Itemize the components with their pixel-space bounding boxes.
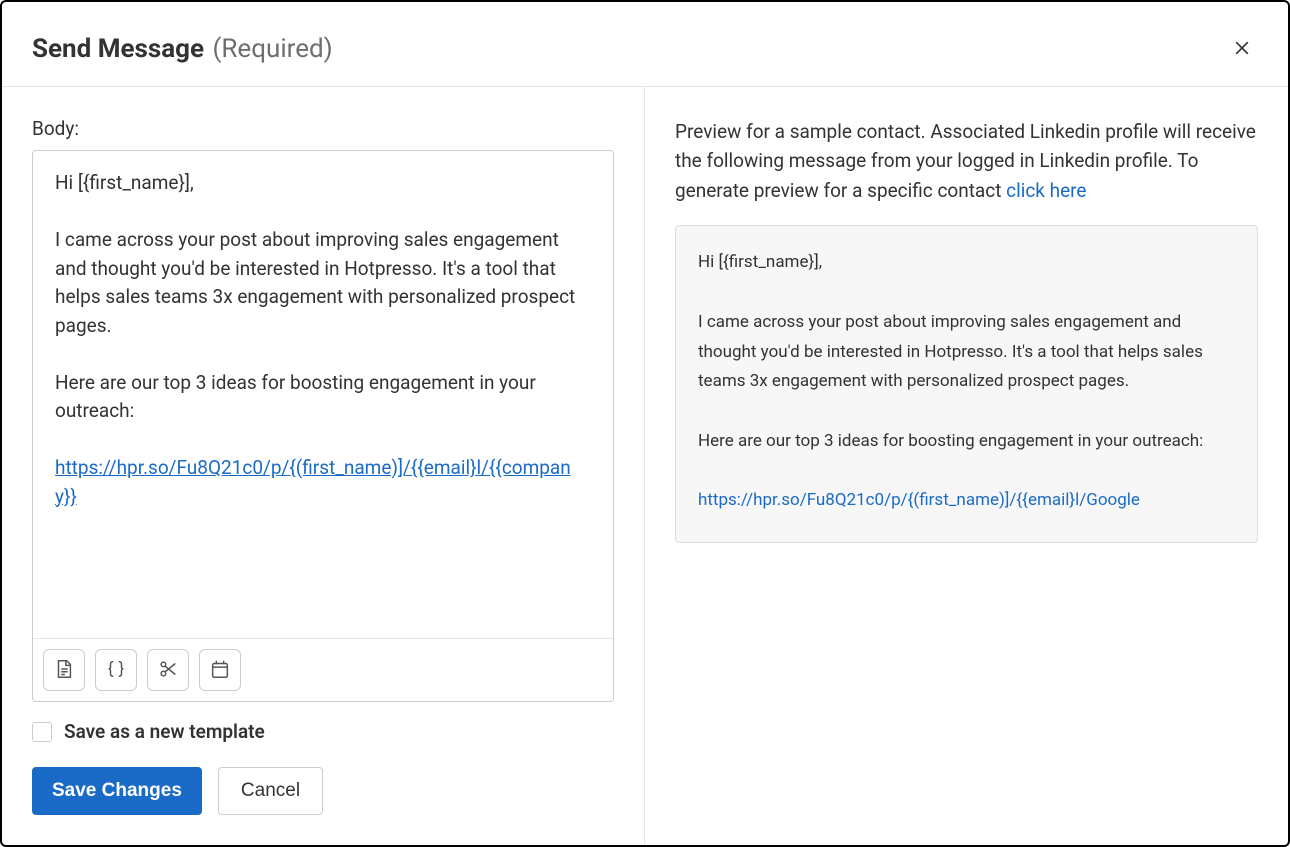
preview-para2: Here are our top 3 ideas for boosting en…	[698, 431, 1203, 451]
modal-required-suffix: (Required)	[213, 34, 333, 64]
close-icon	[1232, 34, 1252, 64]
preview-intro-text: Preview for a sample contact. Associated…	[675, 120, 1256, 202]
insert-calendar-button[interactable]	[199, 649, 241, 691]
editor-para1: I came across your post about improving …	[55, 228, 580, 337]
modal-header: Send Message (Required)	[2, 2, 1288, 87]
editor-wrapper: Hi [{first_name}], I came across your po…	[32, 150, 614, 702]
document-icon	[53, 658, 75, 683]
insert-variable-button[interactable]	[95, 649, 137, 691]
left-panel: Body: Hi [{first_name}], I came across y…	[2, 87, 645, 845]
modal-body: Body: Hi [{first_name}], I came across y…	[2, 87, 1288, 845]
generate-preview-link[interactable]: click here	[1006, 179, 1086, 202]
editor-tracking-link[interactable]: https://hpr.so/Fu8Q21c0/p/{(first_name)]…	[55, 456, 571, 508]
message-body-editor[interactable]: Hi [{first_name}], I came across your po…	[33, 151, 613, 638]
editor-toolbar	[33, 638, 613, 701]
right-panel: Preview for a sample contact. Associated…	[645, 87, 1288, 845]
save-changes-button[interactable]: Save Changes	[32, 767, 202, 815]
scissors-icon	[157, 658, 179, 683]
preview-box: Hi [{first_name}], I came across your po…	[675, 225, 1258, 543]
insert-document-button[interactable]	[43, 649, 85, 691]
braces-icon	[105, 658, 127, 683]
action-buttons: Save Changes Cancel	[32, 767, 614, 815]
body-label: Body:	[32, 117, 614, 140]
cancel-button[interactable]: Cancel	[218, 767, 323, 815]
modal-title-text: Send Message	[32, 34, 204, 64]
send-message-modal: Send Message (Required) Body: Hi [{first…	[0, 0, 1290, 847]
close-button[interactable]	[1226, 32, 1258, 66]
modal-title: Send Message (Required)	[32, 34, 333, 64]
editor-para2: Here are our top 3 ideas for boosting en…	[55, 371, 541, 423]
preview-greeting: Hi [{first_name}],	[698, 252, 822, 272]
preview-para1: I came across your post about improving …	[698, 312, 1207, 392]
preview-tracking-link: https://hpr.so/Fu8Q21c0/p/{(first_name)]…	[698, 490, 1140, 510]
calendar-icon	[209, 658, 231, 683]
preview-intro: Preview for a sample contact. Associated…	[675, 117, 1258, 205]
save-template-label: Save as a new template	[64, 720, 265, 743]
editor-greeting: Hi [{first_name}],	[55, 171, 194, 194]
save-template-row: Save as a new template	[32, 720, 614, 743]
insert-snippet-button[interactable]	[147, 649, 189, 691]
save-template-checkbox[interactable]	[32, 722, 52, 742]
